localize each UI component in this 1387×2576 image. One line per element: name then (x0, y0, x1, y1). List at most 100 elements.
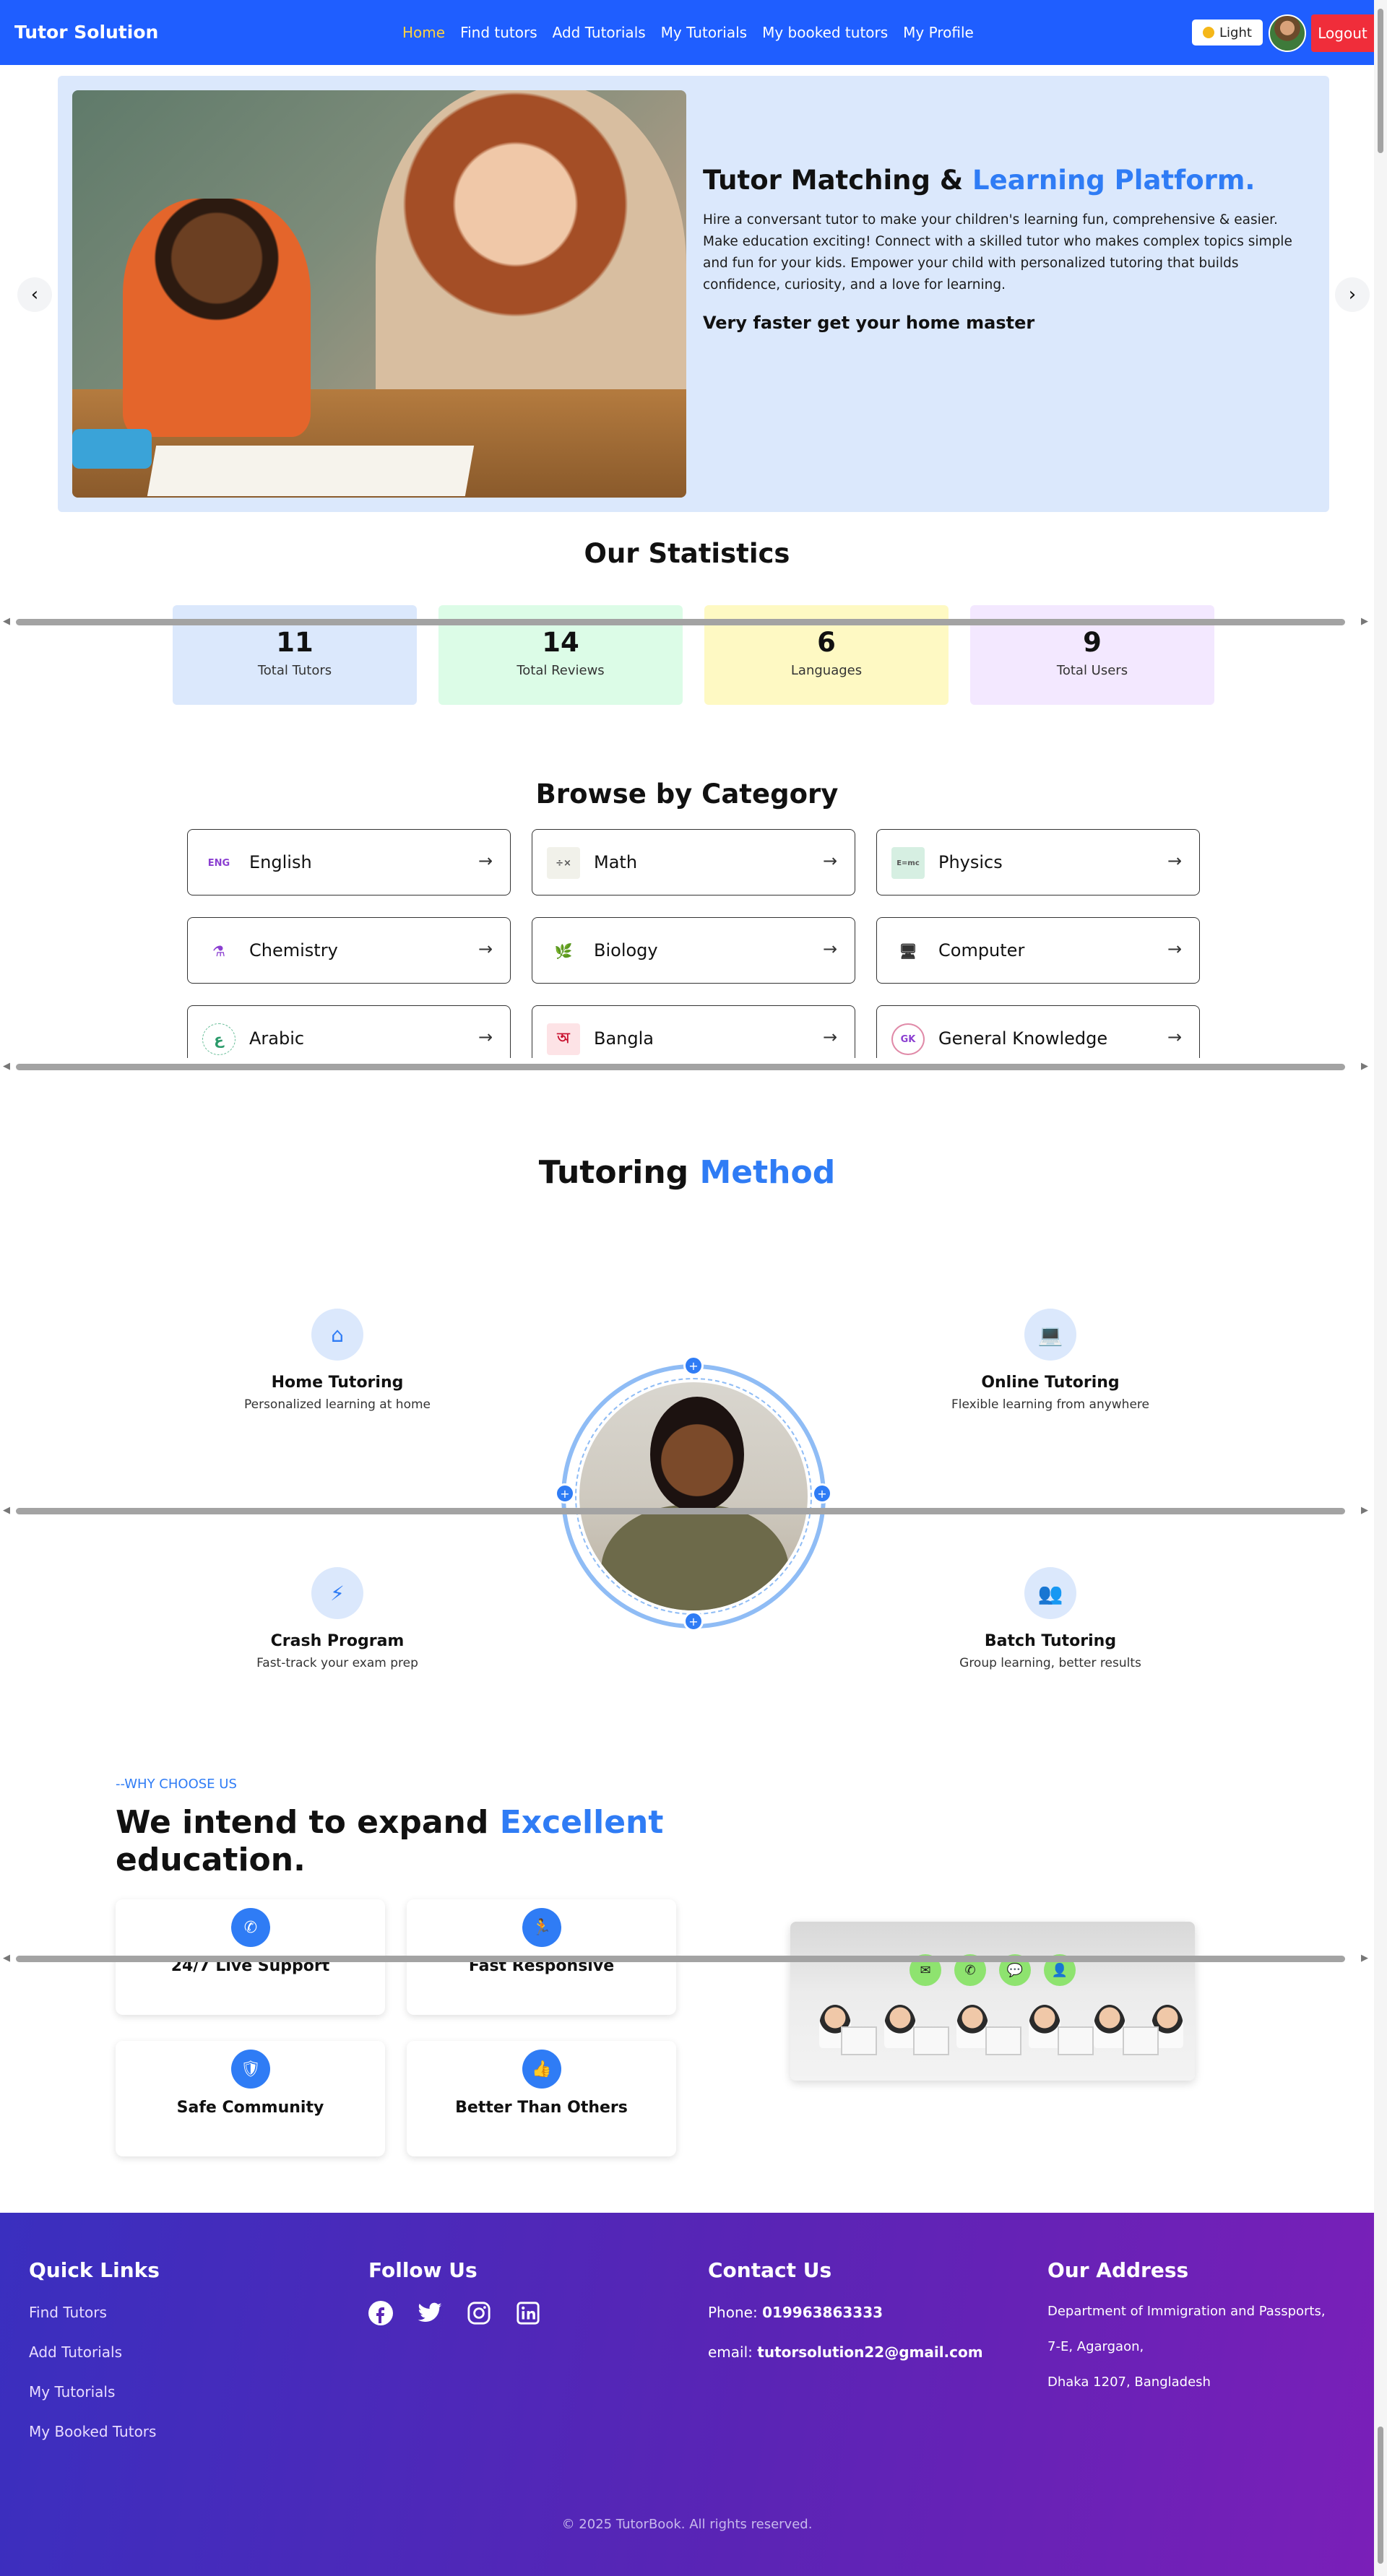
nav-links: Home Find tutors Add Tutorials My Tutori… (402, 24, 974, 41)
footer-link-add-tutorials[interactable]: Add Tutorials (29, 2343, 122, 2361)
nav-link-my-booked-tutors[interactable]: My booked tutors (762, 24, 888, 41)
why-choose-tag: --WHY CHOOSE US (116, 1777, 237, 1792)
plus-icon[interactable]: + (683, 1611, 704, 1631)
computer-icon: 🖥 (891, 935, 925, 967)
bangla-icon: অ (547, 1023, 580, 1055)
nav-link-add-tutorials[interactable]: Add Tutorials (553, 24, 646, 41)
instagram-icon[interactable] (465, 2299, 493, 2327)
feature-label: Safe Community (176, 2099, 324, 2117)
method-item-desc: Personalized learning at home (243, 1397, 431, 1412)
chevron-left-icon: ‹ (30, 284, 39, 305)
stat-value: 11 (276, 627, 314, 658)
facebook-icon[interactable] (367, 2299, 394, 2327)
nav-link-home[interactable]: Home (402, 24, 445, 41)
hero-subtitle: Very faster get your home master (703, 313, 1035, 333)
category-label: General Knowledge (938, 1028, 1108, 1049)
general-knowledge-icon: GK (891, 1023, 925, 1055)
page-vertical-scrollbar[interactable] (1374, 0, 1387, 2576)
page: Tutor Solution Home Find tutors Add Tuto… (0, 0, 1374, 2576)
arrow-right-icon: → (823, 1027, 838, 1047)
plus-icon[interactable]: + (555, 1483, 575, 1504)
phone-icon: ✆ (231, 1908, 270, 1947)
address-line: Dhaka 1207, Bangladesh (1047, 2375, 1211, 2390)
stat-label: Languages (790, 663, 863, 678)
why-title-accent: Excellent (499, 1804, 664, 1841)
users-icon: 👥 (1024, 1567, 1076, 1619)
method-online-tutoring: 💻 Online Tutoring Flexible learning from… (931, 1309, 1170, 1412)
shield-icon: 🛡 (231, 2050, 270, 2089)
nav-link-find-tutors[interactable]: Find tutors (460, 24, 537, 41)
why-choose-title: We intend to expand Excellent education. (116, 1804, 664, 1878)
method-horizontal-scrollbar[interactable]: ◀ ▶ (0, 1502, 1374, 1518)
stat-value: 6 (817, 627, 836, 658)
category-biology[interactable]: 🌿 Biology → (532, 917, 855, 984)
category-label: English (249, 852, 312, 872)
hero-image (72, 90, 686, 498)
sun-icon (1203, 27, 1215, 38)
method-item-title: Crash Program (270, 1632, 405, 1650)
thumbs-up-icon: 👍 (522, 2050, 561, 2089)
contact-email: email: tutorsolution22@gmail.com (708, 2343, 983, 2361)
footer-link-my-booked-tutors[interactable]: My Booked Tutors (29, 2423, 156, 2440)
method-home-tutoring: ⌂ Home Tutoring Personalized learning at… (218, 1309, 457, 1412)
category-chemistry[interactable]: ⚗ Chemistry → (187, 917, 511, 984)
plus-icon[interactable]: + (812, 1483, 832, 1504)
feature-label: Better Than Others (455, 2099, 628, 2117)
contact-phone: Phone: 019963863333 (708, 2304, 883, 2321)
footer: Quick Links Find Tutors Add Tutorials My… (0, 2213, 1374, 2576)
logout-button[interactable]: Logout (1311, 14, 1374, 52)
nav-link-my-profile[interactable]: My Profile (903, 24, 974, 41)
category-computer[interactable]: 🖥 Computer → (876, 917, 1200, 984)
tutor-photo (579, 1382, 808, 1610)
address-line: Department of Immigration and Passports, (1047, 2304, 1326, 2319)
user-avatar[interactable] (1269, 14, 1306, 52)
hero-title: Tutor Matching & Learning Platform. (703, 165, 1256, 196)
category-label: Arabic (249, 1028, 305, 1049)
category-english[interactable]: ENG English → (187, 829, 511, 895)
address-line: 7-E, Agargaon, (1047, 2339, 1144, 2354)
method-item-title: Batch Tutoring (984, 1632, 1117, 1650)
carousel-next-button[interactable]: › (1335, 277, 1370, 312)
stat-value: 9 (1083, 627, 1102, 658)
category-horizontal-scrollbar[interactable]: ◀ ▶ (0, 1058, 1374, 1074)
method-item-title: Home Tutoring (271, 1374, 404, 1392)
support-team-image: ✉ ✆ 💬 👤 (790, 1922, 1195, 2081)
arrow-right-icon: → (1167, 851, 1183, 871)
twitter-icon[interactable] (416, 2299, 444, 2327)
arrow-right-icon: → (823, 939, 838, 959)
method-item-desc: Fast-track your exam prep (256, 1656, 418, 1670)
brand-logo[interactable]: Tutor Solution (14, 22, 158, 43)
chevron-right-icon: › (1348, 284, 1357, 305)
category-title: Browse by Category (535, 779, 839, 810)
category-label: Physics (938, 852, 1003, 872)
method-crash-program: ⚡ Crash Program Fast-track your exam pre… (218, 1567, 457, 1670)
biology-icon: 🌿 (547, 935, 580, 967)
contact-us-title: Contact Us (708, 2258, 832, 2282)
footer-link-my-tutorials[interactable]: My Tutorials (29, 2383, 115, 2401)
statistics-horizontal-scrollbar[interactable]: ◀ ▶ (0, 613, 1374, 629)
carousel-prev-button[interactable]: ‹ (17, 277, 52, 312)
category-label: Bangla (594, 1028, 654, 1049)
arrow-right-icon: → (478, 1027, 493, 1047)
category-physics[interactable]: E=mc Physics → (876, 829, 1200, 895)
math-icon: ÷× (547, 847, 580, 879)
nav-link-my-tutorials[interactable]: My Tutorials (661, 24, 747, 41)
stat-label: Total Tutors (257, 663, 332, 678)
feature-better-than-others: 👍 Better Than Others (407, 2041, 676, 2156)
bolt-icon: ⚡ (311, 1567, 363, 1619)
theme-toggle-button[interactable]: Light (1192, 19, 1263, 45)
footer-link-find-tutors[interactable]: Find Tutors (29, 2304, 107, 2321)
category-math[interactable]: ÷× Math → (532, 829, 855, 895)
arrow-right-icon: → (1167, 1027, 1183, 1047)
arrow-right-icon: → (823, 851, 838, 871)
method-item-desc: Flexible learning from anywhere (951, 1397, 1149, 1412)
theme-toggle-label: Light (1219, 25, 1252, 40)
linkedin-icon[interactable] (514, 2299, 542, 2327)
phone-number[interactable]: 019963863333 (762, 2304, 883, 2321)
running-icon: 🏃 (522, 1908, 561, 1947)
why-horizontal-scrollbar[interactable]: ◀ ▶ (0, 1950, 1374, 1966)
hero-title-accent: Learning Platform. (972, 165, 1256, 196)
plus-icon[interactable]: + (683, 1356, 704, 1376)
email-address[interactable]: tutorsolution22@gmail.com (757, 2343, 982, 2361)
category-label: Chemistry (249, 940, 338, 960)
